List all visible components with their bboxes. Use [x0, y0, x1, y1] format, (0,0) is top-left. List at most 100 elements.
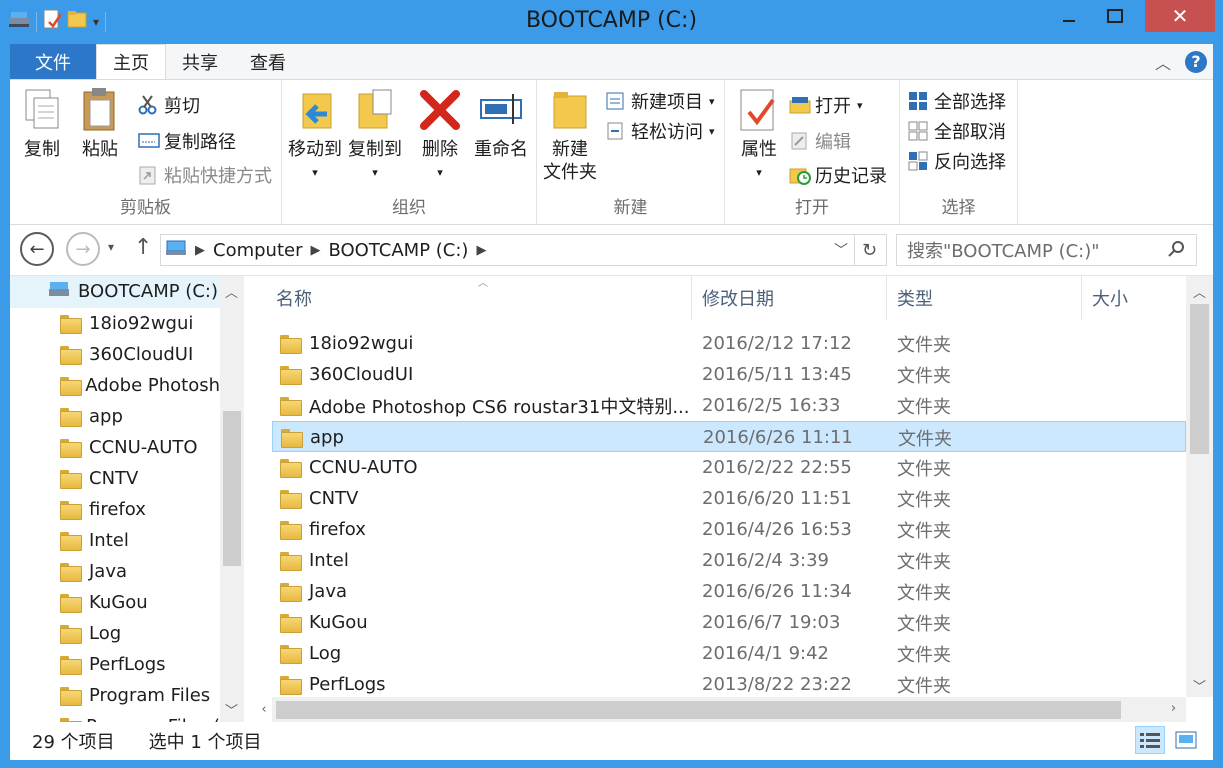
scroll-up-icon[interactable]: ︿	[223, 282, 240, 301]
scroll-up-icon[interactable]: ︿	[1191, 282, 1208, 301]
file-row[interactable]: KuGou 2016/6/7 19:03 文件夹	[272, 607, 1186, 638]
nav-item-folder[interactable]: Log	[10, 618, 220, 649]
tab-share[interactable]: 共享	[166, 44, 234, 79]
delete-button[interactable]: 删除 ▾	[418, 86, 462, 184]
folder-icon	[281, 429, 303, 448]
invert-selection-button[interactable]: 反向选择	[908, 148, 1006, 174]
cut-label: 剪切	[164, 96, 200, 117]
breadcrumb-drive[interactable]: BOOTCAMP (C:)	[320, 240, 476, 261]
file-row[interactable]: PerfLogs 2013/8/22 23:22 文件夹	[272, 669, 1186, 700]
up-arrow-icon[interactable]: ↑	[134, 235, 152, 260]
properties-label: 属性	[741, 139, 777, 160]
easy-access-icon	[605, 121, 625, 141]
close-button[interactable]: ✕	[1145, 0, 1215, 32]
select-none-button[interactable]: 全部取消	[908, 118, 1006, 144]
copy-to-button[interactable]: 复制到 ▾	[348, 86, 402, 184]
content-area: BOOTCAMP (C:) 18io92wgui 360CloudUI Adobe …	[10, 275, 1213, 723]
copy-button[interactable]: 复制	[20, 86, 64, 161]
breadcrumb-separator-icon[interactable]: ▶	[187, 243, 205, 258]
details-view-button[interactable]	[1135, 726, 1165, 754]
nav-item-folder[interactable]: Java	[10, 556, 220, 587]
collapse-ribbon-icon[interactable]: ︿	[1155, 50, 1171, 74]
nav-item-folder[interactable]: 360CloudUI	[10, 339, 220, 370]
open-button[interactable]: 打开 ▾	[789, 92, 863, 118]
new-folder-button[interactable]: 新建 文件夹	[543, 86, 597, 184]
column-header-size[interactable]: 大小	[1082, 276, 1186, 320]
maximize-button[interactable]	[1092, 0, 1138, 32]
nav-item-folder[interactable]: app	[10, 401, 220, 432]
file-row[interactable]: 18io92wgui 2016/2/12 17:12 文件夹	[272, 328, 1186, 359]
nav-item-folder[interactable]: Intel	[10, 525, 220, 556]
tab-file[interactable]: 文件	[10, 44, 96, 79]
new-item-button[interactable]: 新建项目 ▾	[605, 88, 715, 114]
column-header-name[interactable]: 名称	[272, 276, 692, 320]
folder-icon	[280, 397, 302, 416]
minimize-button[interactable]	[1046, 0, 1092, 32]
file-row[interactable]: CNTV 2016/6/20 11:51 文件夹	[272, 483, 1186, 514]
file-row[interactable]: firefox 2016/4/26 16:53 文件夹	[272, 514, 1186, 545]
column-header-type[interactable]: 类型	[887, 276, 1082, 320]
nav-item-folder[interactable]: PerfLogs	[10, 649, 220, 680]
help-icon[interactable]: ?	[1185, 50, 1207, 73]
file-row[interactable]: Log 2016/4/1 9:42 文件夹	[272, 638, 1186, 669]
scroll-down-icon[interactable]: ﹀	[223, 700, 240, 719]
rename-button[interactable]: 重命名	[474, 86, 528, 161]
horizontal-scroll-thumb[interactable]	[276, 701, 1121, 719]
history-button[interactable]: 历史记录	[789, 162, 887, 188]
file-name: app	[310, 427, 344, 448]
file-row[interactable]: 360CloudUI 2016/5/11 13:45 文件夹	[272, 359, 1186, 390]
file-name: firefox	[309, 519, 366, 540]
nav-scroll-thumb[interactable]	[223, 411, 241, 566]
move-to-button[interactable]: 移动到 ▾	[288, 86, 342, 184]
tab-home[interactable]: 主页	[96, 44, 166, 79]
scroll-left-icon[interactable]: ‹	[258, 702, 270, 717]
cut-button[interactable]: 剪切	[138, 92, 200, 118]
scroll-down-icon[interactable]: ﹀	[1191, 676, 1208, 695]
paste-shortcut-button[interactable]: 粘贴快捷方式	[138, 162, 272, 188]
folder-icon	[60, 532, 82, 551]
file-row[interactable]: app 2016/6/26 11:11 文件夹	[272, 421, 1186, 452]
large-icons-view-button[interactable]	[1171, 726, 1201, 754]
forward-button[interactable]: →	[66, 232, 100, 266]
back-button[interactable]: ←	[20, 232, 54, 266]
column-header-date[interactable]: 修改日期	[692, 276, 887, 320]
file-row[interactable]: Java 2016/6/26 11:34 文件夹	[272, 576, 1186, 607]
nav-scrollbar[interactable]: ︿ ﹀	[220, 276, 244, 723]
file-list-scroll-thumb[interactable]	[1190, 304, 1209, 454]
file-row[interactable]: Adobe Photoshop CS6 roustar31中文特别... 2016…	[272, 390, 1186, 421]
address-bar[interactable]: ▶ Computer ▶ BOOTCAMP (C:) ▶ ﹀	[160, 234, 855, 266]
refresh-button[interactable]: ↻	[853, 234, 887, 266]
file-row[interactable]: CCNU-AUTO 2016/2/22 22:55 文件夹	[272, 452, 1186, 483]
copy-path-button[interactable]: 复制路径	[138, 128, 236, 154]
select-all-button[interactable]: 全部选择	[908, 88, 1006, 114]
folder-icon	[280, 521, 302, 540]
file-list-scrollbar[interactable]: ︿ ﹀	[1186, 276, 1213, 697]
easy-access-button[interactable]: 轻松访问 ▾	[605, 118, 715, 144]
nav-item-drive[interactable]: BOOTCAMP (C:)	[10, 276, 220, 307]
address-dropdown-icon[interactable]: ﹀	[834, 240, 854, 260]
search-input[interactable]: 搜索"BOOTCAMP (C:)"	[896, 234, 1197, 266]
tab-view[interactable]: 查看	[234, 44, 302, 79]
breadcrumb-separator-icon[interactable]: ▶	[476, 243, 486, 258]
nav-item-folder[interactable]: Program Files	[10, 680, 220, 711]
nav-item-folder[interactable]: CNTV	[10, 463, 220, 494]
edit-button[interactable]: 编辑	[789, 128, 851, 154]
paste-button[interactable]: 粘贴	[78, 86, 122, 161]
horizontal-scrollbar[interactable]: ‹ ›	[261, 697, 1186, 723]
file-date: 2016/2/22 22:55	[702, 457, 852, 478]
nav-item-folder[interactable]: 18io92wgui	[10, 308, 220, 339]
nav-item-label: BOOTCAMP (C:)	[78, 281, 218, 302]
nav-item-folder[interactable]: Adobe Photosh	[10, 370, 220, 401]
breadcrumb-separator-icon[interactable]: ▶	[310, 243, 320, 258]
file-row[interactable]: Intel 2016/2/4 3:39 文件夹	[272, 545, 1186, 576]
nav-item-folder[interactable]: firefox	[10, 494, 220, 525]
nav-item-folder[interactable]: CCNU-AUTO	[10, 432, 220, 463]
file-type: 文件夹	[897, 613, 951, 635]
nav-item-folder[interactable]: KuGou	[10, 587, 220, 618]
recent-locations-icon[interactable]: ▾	[108, 240, 114, 254]
scroll-right-icon[interactable]: ›	[1165, 701, 1182, 716]
paste-icon	[83, 88, 115, 131]
breadcrumb-computer[interactable]: Computer	[205, 240, 310, 261]
properties-button[interactable]: 属性 ▾	[737, 86, 781, 184]
file-date: 2016/6/7 19:03	[702, 612, 841, 633]
